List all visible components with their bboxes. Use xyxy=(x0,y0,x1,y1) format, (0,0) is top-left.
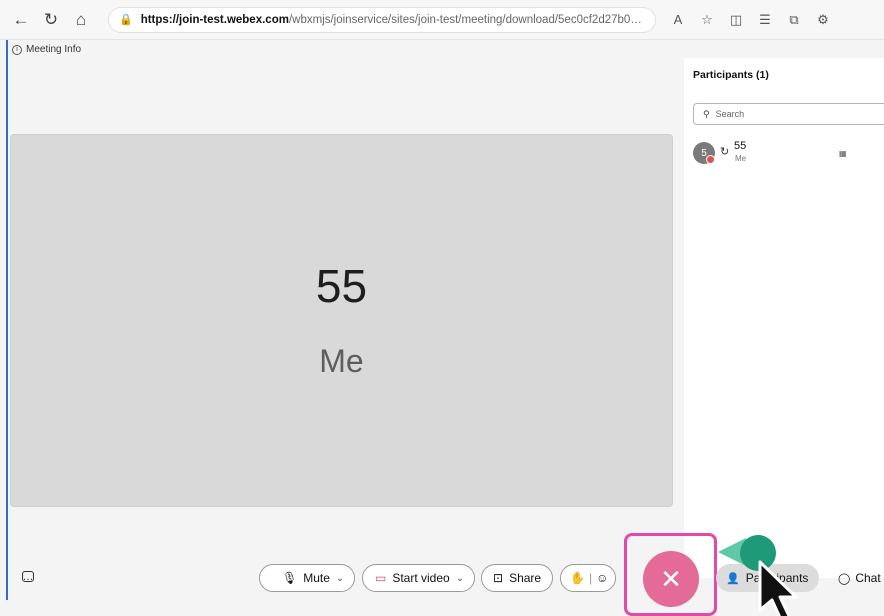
extension-icon[interactable]: ⚙ xyxy=(810,7,836,33)
start-video-label: Start video xyxy=(392,571,450,585)
video-stage: 55 Me xyxy=(10,134,673,507)
mute-button[interactable]: 🎙 Mute ⌄ xyxy=(259,564,355,592)
meeting-info-link[interactable]: i Meeting Info xyxy=(12,44,81,55)
close-icon: ✕ xyxy=(660,563,682,594)
meeting-info-label: Meeting Info xyxy=(26,44,82,55)
collections-icon[interactable]: ⧉ xyxy=(781,7,807,33)
search-icon: ⚲ xyxy=(703,108,710,119)
muted-badge-icon xyxy=(706,155,715,164)
back-arrow-icon[interactable]: ← xyxy=(8,7,34,33)
read-aloud-icon[interactable]: A xyxy=(665,7,691,33)
divider: | xyxy=(588,571,593,585)
participants-panel: Participants (1) ⚲ Search 5 ↻ 55 Me ▦ xyxy=(684,58,884,578)
headset-icon: ↻ xyxy=(720,146,730,158)
participant-sub: Me xyxy=(735,154,747,163)
participants-search-input[interactable]: ⚲ Search xyxy=(693,103,884,125)
mouse-cursor-icon xyxy=(758,560,798,616)
participant-row[interactable]: 5 ↻ 55 Me ▦ xyxy=(693,140,883,166)
chat-label: Chat xyxy=(855,571,881,585)
browser-toolbar: ← ↻ ⌂ 🔒 https://join-test.webex.com /wbx… xyxy=(0,0,884,40)
stage-participant-sub: Me xyxy=(319,343,364,379)
emoji-icon: ☺ xyxy=(596,571,609,585)
participants-title: Participants (1) xyxy=(693,69,769,81)
share-button[interactable]: ⊡ Share xyxy=(481,564,553,592)
device-icon: ▦ xyxy=(839,149,847,158)
webex-app: i Meeting Info 55 Me Participants (1) ⚲ … xyxy=(0,40,884,616)
url-host: https://join-test.webex.com xyxy=(140,13,289,26)
stage-participant-name: 55 xyxy=(315,260,368,312)
hand-icon: ✋ xyxy=(570,571,585,585)
search-placeholder: Search xyxy=(715,109,745,119)
participant-name: 55 xyxy=(734,140,747,152)
participants-icon: 👤 xyxy=(726,572,740,585)
mute-label: Mute xyxy=(303,571,330,585)
refresh-icon[interactable]: ↻ xyxy=(38,7,64,33)
info-icon: i xyxy=(12,44,22,55)
browser-right-icons: A ☆ ◫ ☰ ⧉ ⚙ xyxy=(662,7,836,33)
address-bar[interactable]: 🔒 https://join-test.webex.com /wbxmjs/jo… xyxy=(108,6,656,33)
favorites-list-icon[interactable]: ☰ xyxy=(752,7,778,33)
favorite-star-icon[interactable]: ☆ xyxy=(694,7,720,33)
start-video-button[interactable]: ▭ Start video ⌄ xyxy=(362,564,475,592)
share-label: Share xyxy=(509,571,542,585)
split-screen-icon[interactable]: ◫ xyxy=(723,7,749,33)
url-path: /wbxmjs/joinservice/sites/join-test/meet… xyxy=(288,13,645,26)
captions-icon[interactable]: … xyxy=(22,571,34,583)
lock-icon: 🔒 xyxy=(119,14,133,26)
home-icon[interactable]: ⌂ xyxy=(68,7,94,33)
chat-button[interactable]: ◯ Chat xyxy=(838,564,881,592)
reactions-button[interactable]: ✋ | ☺ xyxy=(560,564,616,592)
chat-icon: ◯ xyxy=(838,572,851,585)
share-icon: ⊡ xyxy=(493,571,504,585)
chevron-down-icon[interactable]: ⌄ xyxy=(456,573,464,584)
microphone-icon: 🎙 xyxy=(282,571,298,585)
video-off-icon: ▭ xyxy=(375,571,387,585)
end-meeting-button[interactable]: ✕ xyxy=(643,551,699,607)
chevron-down-icon[interactable]: ⌄ xyxy=(336,573,344,584)
